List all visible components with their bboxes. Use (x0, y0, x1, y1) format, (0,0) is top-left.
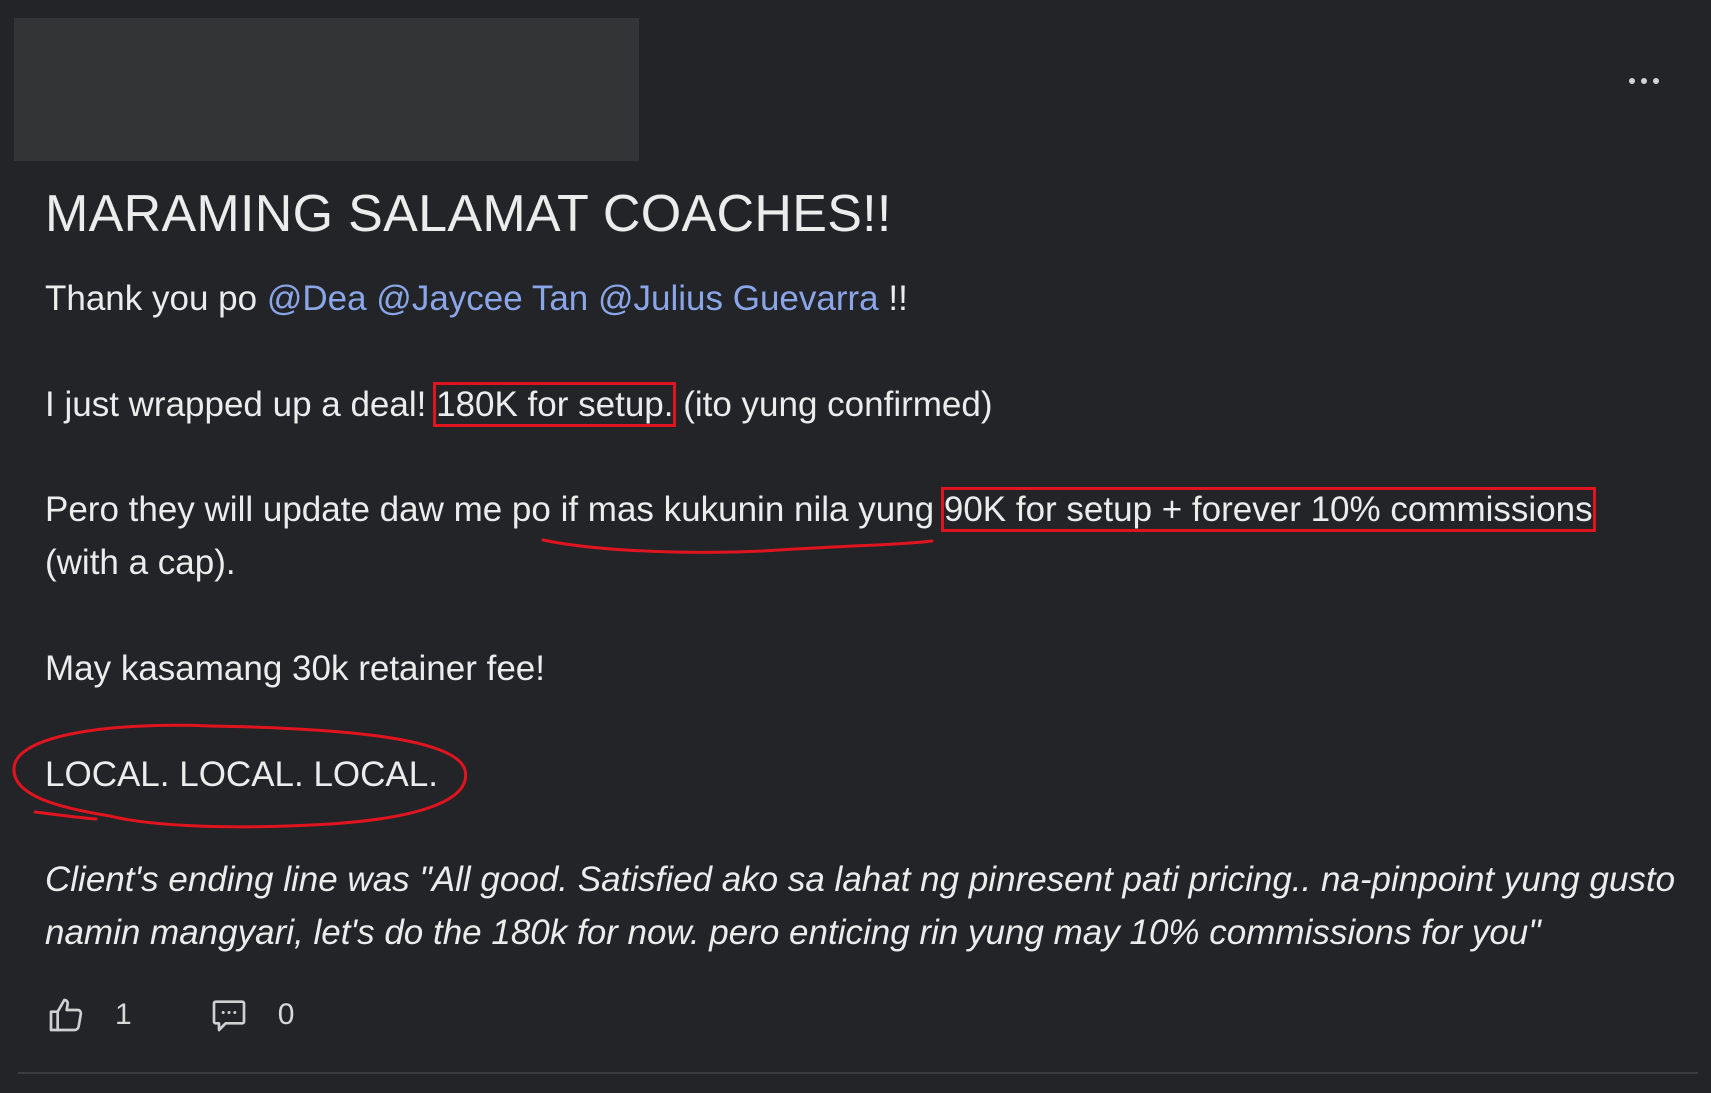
more-options-icon (1629, 78, 1635, 84)
thanks-prefix: Thank you po (45, 279, 267, 318)
update-part1: Pero they will update daw me po (45, 490, 561, 529)
mention-julius-guevarra[interactable]: @Julius Guevarra (598, 279, 879, 318)
local-line: LOCAL. LOCAL. LOCAL. (45, 755, 438, 794)
comment-count: 0 (277, 998, 295, 1031)
update-line: Pero they will update daw me po if mas k… (45, 483, 1596, 536)
thumbs-up-icon (45, 994, 87, 1036)
post-title: MARAMING SALAMAT COACHES!! (45, 185, 892, 243)
deal-suffix: (ito yung confirmed) (673, 385, 993, 424)
like-button[interactable]: 1 (45, 994, 132, 1036)
deal-line: I just wrapped up a deal! 180K for setup… (45, 378, 993, 431)
retainer-line: May kasamang 30k retainer fee! (45, 649, 545, 688)
like-count: 1 (115, 998, 132, 1031)
post-card: MARAMING SALAMAT COACHES!! Thank you po … (0, 0, 1711, 1093)
update-line-continuation: (with a cap). (45, 543, 236, 582)
highlight-180k-setup: 180K for setup. (433, 382, 677, 427)
redacted-author-header (14, 18, 639, 161)
comment-button[interactable]: 0 (208, 994, 295, 1036)
comment-icon (208, 994, 250, 1036)
mention-jaycee-tan[interactable]: @Jaycee Tan (376, 279, 588, 318)
mention-dea[interactable]: @Dea (267, 279, 367, 318)
thanks-line: Thank you po @Dea @Jaycee Tan @Julius Gu… (45, 272, 908, 325)
red-underline-annotation (541, 538, 934, 554)
client-quote-line-2: namin mangyari, let's do the 180k for no… (45, 913, 1541, 952)
deal-prefix: I just wrapped up a deal! (45, 385, 437, 424)
client-quote-line-1: Client's ending line was "All good. Sati… (45, 860, 1676, 899)
underlined-phrase: if mas kukunin nila yung (560, 490, 935, 529)
thanks-suffix: !! (878, 279, 908, 318)
more-options-button[interactable] (1615, 66, 1673, 96)
post-divider (18, 1072, 1698, 1074)
post-actions: 1 0 (45, 990, 294, 1040)
highlight-90k-commissions: 90K for setup + forever 10% commissions (940, 487, 1596, 532)
